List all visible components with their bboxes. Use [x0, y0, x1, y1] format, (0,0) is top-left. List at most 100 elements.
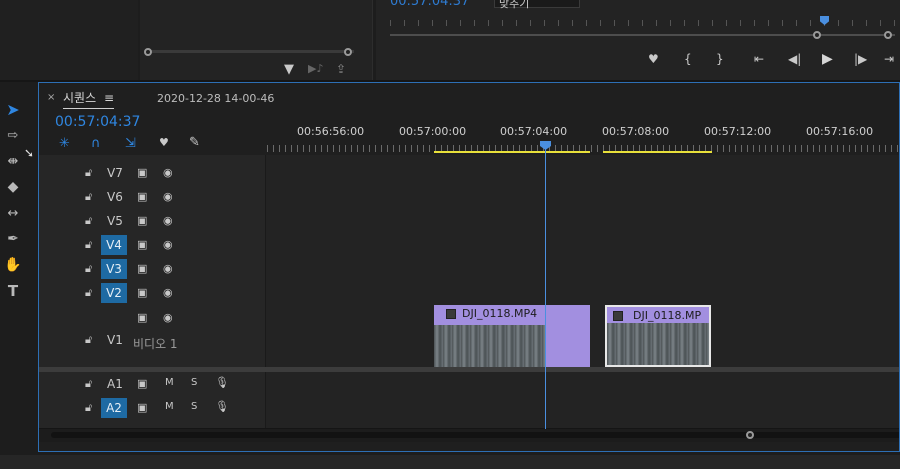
step-forward-icon[interactable]: |▶ — [854, 52, 867, 66]
tab-sequence-label: 시퀀스 — [63, 91, 97, 105]
lock-icon[interactable]: 🔓︎ — [85, 377, 92, 391]
go-to-out-icon[interactable]: ⇥ — [884, 52, 894, 66]
sync-lock-icon[interactable]: ▣ — [137, 377, 147, 390]
mark-in-icon[interactable]: { — [684, 52, 692, 66]
timeline-scrollbar[interactable] — [51, 432, 899, 438]
solo-button[interactable]: S — [191, 377, 197, 388]
mark-out-icon[interactable]: } — [716, 52, 724, 66]
wrench-icon[interactable]: ✎ — [189, 135, 200, 150]
lock-icon[interactable]: 🔓︎ — [85, 238, 92, 252]
sync-lock-icon[interactable]: ▣ — [137, 401, 147, 414]
linked-selection-icon[interactable]: ⇲ — [125, 136, 136, 151]
track-header: 🔓︎ V3 ▣ ◉ — [39, 257, 266, 281]
eye-icon[interactable]: ◉ — [163, 166, 173, 179]
fit-dropdown[interactable]: 맞추기 — [494, 0, 580, 10]
ruler-label: 00:57:00:00 — [399, 125, 467, 138]
ripple-edit-tool-icon[interactable]: ⇼ — [0, 150, 26, 172]
track-target-v2[interactable]: V2 — [101, 283, 127, 303]
lock-icon[interactable]: 🔓︎ — [85, 286, 92, 300]
clip-thumbnail — [434, 325, 546, 367]
track-target-v3[interactable]: V3 — [101, 259, 127, 279]
tab-close-icon[interactable]: × — [47, 92, 55, 103]
filter-icon[interactable]: ▼ — [284, 62, 294, 77]
track-row-v7[interactable]: 🔓︎ V7 ▣ ◉ — [39, 161, 899, 186]
scroll-handle-left[interactable] — [144, 48, 152, 56]
sync-lock-icon[interactable]: ▣ — [137, 262, 147, 275]
program-zoom-handle-right[interactable] — [884, 31, 892, 39]
lock-icon[interactable]: 🔓︎ — [85, 333, 92, 347]
eye-icon[interactable]: ◉ — [163, 286, 173, 299]
add-marker-icon[interactable]: ♥ — [159, 136, 169, 149]
eye-icon[interactable]: ◉ — [163, 311, 173, 324]
type-tool-icon[interactable]: T — [0, 280, 26, 302]
track-row-a2[interactable]: 🔓︎ A2 ▣ M S 🎙︎ — [39, 396, 899, 421]
hand-tool-icon[interactable]: ✋ — [0, 254, 26, 276]
eye-icon[interactable]: ◉ — [163, 214, 173, 227]
track-name[interactable]: 비디오 1 — [133, 335, 178, 352]
program-ruler[interactable] — [390, 20, 895, 26]
mute-button[interactable]: M — [165, 401, 174, 412]
track-target-a2[interactable]: A2 — [101, 398, 127, 418]
sync-lock-icon[interactable]: ▣ — [137, 286, 147, 299]
track-header: ▣ ◉ 🔓︎ V1 비디오 1 — [39, 305, 266, 369]
microphone-icon[interactable]: 🎙︎ — [215, 376, 229, 389]
work-area-bar[interactable] — [434, 151, 590, 153]
tools-panel: ➤ ⇨ ⇼ ◆ ↔ ✒ ✋ T — [0, 92, 32, 352]
track-row-v6[interactable]: 🔓︎ V6 ▣ ◉ — [39, 185, 899, 210]
play-icon[interactable]: ▶ — [822, 51, 833, 67]
selection-tool-icon[interactable]: ➤ — [0, 98, 26, 120]
scroll-zoom-handle[interactable] — [746, 431, 754, 439]
track-header: 🔓︎ V4 ▣ ◉ — [39, 233, 266, 257]
sync-lock-icon[interactable]: ▣ — [137, 311, 147, 324]
program-zoom-handle[interactable] — [813, 31, 821, 39]
pen-tool-icon[interactable]: ✒ — [0, 228, 26, 250]
track-select-tool-icon[interactable]: ⇨ — [0, 124, 26, 146]
marker-icon[interactable]: ♥ — [648, 52, 659, 66]
slip-tool-icon[interactable]: ↔ — [0, 202, 26, 224]
microphone-icon[interactable]: 🎙︎ — [215, 400, 229, 413]
sync-lock-icon[interactable]: ▣ — [137, 190, 147, 203]
razor-tool-icon[interactable]: ◆ — [0, 176, 26, 198]
tab-menu-icon[interactable]: ≡ — [104, 91, 114, 105]
playhead-line[interactable] — [545, 149, 546, 429]
lock-icon[interactable]: 🔓︎ — [85, 401, 92, 415]
eye-icon[interactable]: ◉ — [163, 262, 173, 275]
nest-icon[interactable]: ✳ — [59, 136, 70, 151]
track-label: V1 — [107, 333, 123, 347]
track-row-v5[interactable]: 🔓︎ V5 ▣ ◉ — [39, 209, 899, 234]
scroll-handle-right[interactable] — [344, 48, 352, 56]
go-to-in-icon[interactable]: ⇤ — [754, 52, 764, 66]
ruler-label: 00:57:16:00 — [806, 125, 874, 138]
sync-lock-icon[interactable]: ▣ — [137, 214, 147, 227]
eye-icon[interactable]: ◉ — [163, 238, 173, 251]
track-row-a1[interactable]: 🔓︎ A1 ▣ M S 🎙︎ — [39, 372, 899, 397]
work-area-bar-2[interactable] — [603, 151, 712, 153]
track-row-v3[interactable]: 🔓︎ V3 ▣ ◉ — [39, 257, 899, 282]
lock-icon[interactable]: 🔓︎ — [85, 190, 92, 204]
sequence-timecode[interactable]: 00:57:04:37 — [55, 114, 140, 130]
solo-button[interactable]: S — [191, 401, 197, 412]
program-timecode[interactable]: 00:57:04:37 — [390, 0, 469, 9]
track-label: V5 — [107, 214, 123, 228]
ruler-label: 00:56:56:00 — [297, 125, 365, 138]
project-scrollbar[interactable] — [148, 50, 354, 53]
eye-icon[interactable]: ◉ — [163, 190, 173, 203]
tab-sequence[interactable]: 시퀀스 ≡ — [63, 89, 115, 109]
video-clip-selected[interactable]: DJI_0118.MP — [605, 305, 711, 367]
automate-icon[interactable]: ▶♪ — [308, 62, 323, 75]
lock-icon[interactable]: 🔓︎ — [85, 214, 92, 228]
track-row-v2[interactable]: 🔓︎ V2 ▣ ◉ — [39, 281, 899, 306]
step-back-icon[interactable]: ◀| — [788, 52, 801, 66]
sync-lock-icon[interactable]: ▣ — [137, 238, 147, 251]
lock-icon[interactable]: 🔓︎ — [85, 166, 92, 180]
track-row-v1[interactable]: ▣ ◉ 🔓︎ V1 비디오 1 DJI_0118.MP4 DJI_0118.MP — [39, 305, 899, 370]
snap-icon[interactable]: ∩ — [91, 136, 101, 151]
track-header: 🔓︎ V6 ▣ ◉ — [39, 185, 266, 209]
lock-icon[interactable]: 🔓︎ — [85, 262, 92, 276]
sync-lock-icon[interactable]: ▣ — [137, 166, 147, 179]
mute-button[interactable]: M — [165, 377, 174, 388]
track-row-v4[interactable]: 🔓︎ V4 ▣ ◉ — [39, 233, 899, 258]
new-bin-icon[interactable]: ⇪ — [336, 62, 346, 76]
track-target-v4[interactable]: V4 — [101, 235, 127, 255]
video-clip[interactable]: DJI_0118.MP4 — [434, 305, 590, 367]
